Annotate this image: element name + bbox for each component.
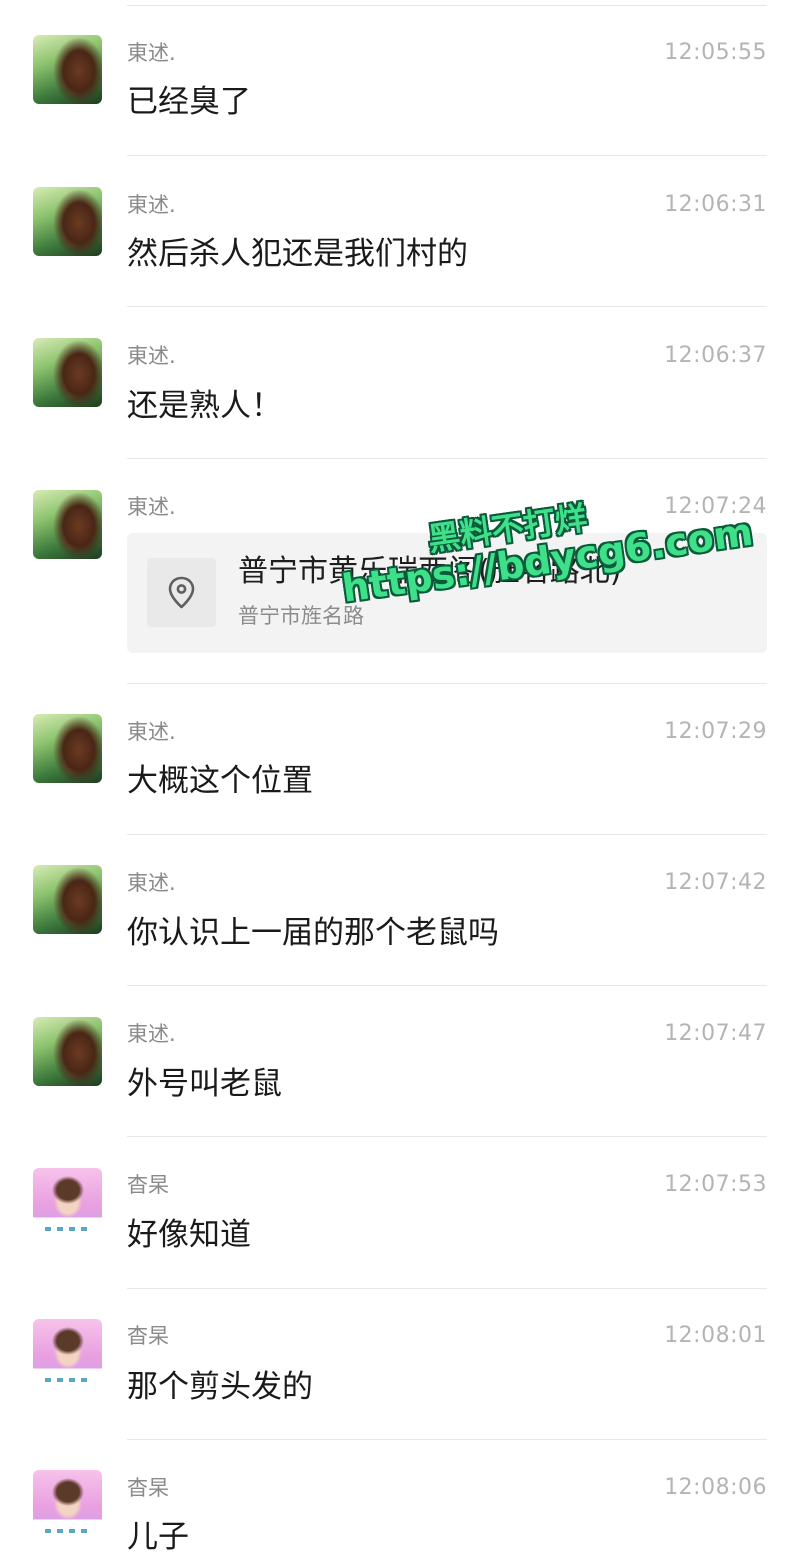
sender-name: 杳杲 [127,1476,169,1500]
message-time: 12:08:06 [664,1475,767,1500]
chat-message-list: 東述. 12:05:55 已经臭了 東述. 12:06:31 然后杀人犯还是我们… [0,0,800,1556]
message-divider [127,1136,767,1137]
message-time: 12:05:55 [664,40,767,65]
avatar[interactable] [33,1470,102,1539]
message-time: 12:07:24 [664,494,767,519]
location-icon-box [147,558,216,627]
location-card[interactable]: 普宁市黄乐瑞西阁(旌名路北) 普宁市旌名路 [127,533,767,653]
avatar[interactable] [33,490,102,559]
message-time: 12:06:31 [664,192,767,217]
location-subtitle: 普宁市旌名路 [238,604,364,628]
message-divider [127,1288,767,1289]
message-text: 大概这个位置 [127,763,313,799]
message-time: 12:08:01 [664,1323,767,1348]
avatar[interactable] [33,1168,102,1237]
sender-name: 東述. [127,720,176,744]
message-text: 然后杀人犯还是我们村的 [127,236,468,272]
sender-name: 東述. [127,193,176,217]
message-time: 12:06:37 [664,343,767,368]
avatar[interactable] [33,714,102,783]
message-text: 那个剪头发的 [127,1369,313,1405]
message-text: 你认识上一届的那个老鼠吗 [127,915,499,951]
avatar[interactable] [33,1017,102,1086]
message-time: 12:07:29 [664,719,767,744]
message-text: 还是熟人！ [127,388,282,424]
location-title: 普宁市黄乐瑞西阁(旌名路北) [238,554,622,589]
sender-name: 東述. [127,344,176,368]
sender-name: 東述. [127,41,176,65]
avatar[interactable] [33,187,102,256]
message-text: 儿子 [127,1519,189,1555]
sender-name: 東述. [127,871,176,895]
sender-name: 杳杲 [127,1173,169,1197]
map-pin-icon [168,576,195,609]
message-divider [127,306,767,307]
message-divider [127,834,767,835]
sender-name: 東述. [127,1022,176,1046]
message-text: 外号叫老鼠 [127,1066,282,1102]
avatar[interactable] [33,35,102,104]
message-divider [127,985,767,986]
avatar[interactable] [33,338,102,407]
message-divider [127,155,767,156]
avatar[interactable] [33,1319,102,1388]
message-divider [127,683,767,684]
sender-name: 杳杲 [127,1324,169,1348]
avatar[interactable] [33,865,102,934]
message-time: 12:07:42 [664,870,767,895]
message-text: 好像知道 [127,1217,251,1253]
message-time: 12:07:53 [664,1172,767,1197]
message-time: 12:07:47 [664,1021,767,1046]
sender-name: 東述. [127,495,176,519]
message-divider [127,5,767,6]
message-divider [127,458,767,459]
message-text: 已经臭了 [127,84,251,120]
message-divider [127,1439,767,1440]
